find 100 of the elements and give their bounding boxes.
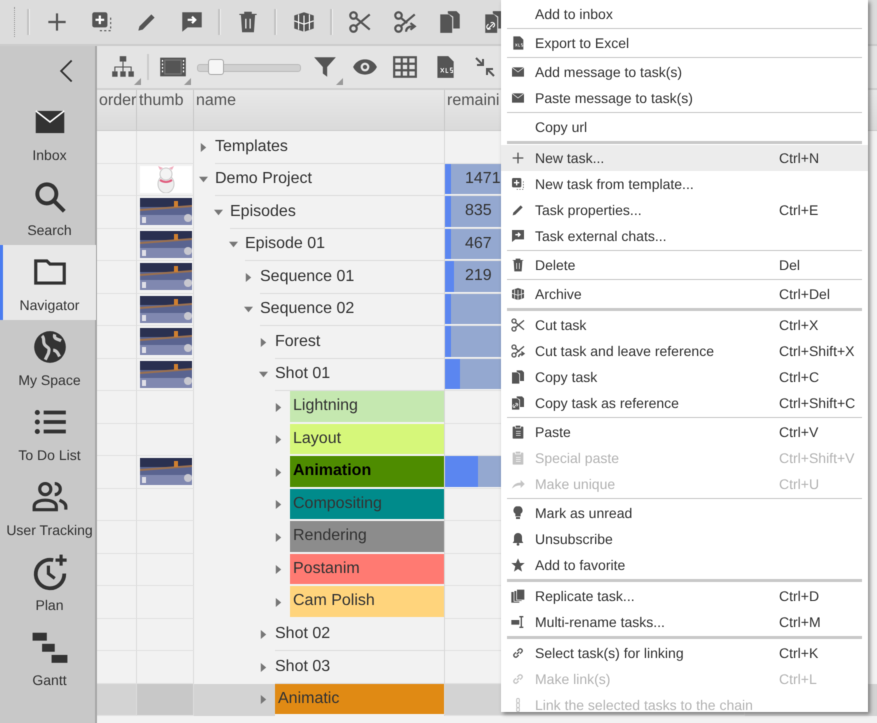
expand-arrow-icon[interactable] (274, 598, 283, 607)
remaining-value: 467 (465, 234, 492, 253)
shortcut-text: Ctrl+K (779, 645, 818, 661)
collapse-arrow-icon[interactable] (229, 240, 238, 250)
nav-item[interactable]: Inbox (0, 95, 96, 170)
menu-item[interactable]: Paste message to task(s) (501, 85, 868, 111)
collapse-arrows-icon (473, 55, 497, 79)
task-name[interactable]: Lightning (290, 391, 444, 424)
menu-item[interactable]: Task properties... Ctrl+E (501, 197, 868, 223)
copy-link-icon (510, 395, 526, 411)
expand-arrow-icon[interactable] (274, 402, 283, 412)
nav-item[interactable]: My Space (0, 320, 96, 395)
expand-arrow-icon[interactable] (259, 662, 268, 672)
collapse-arrow-icon[interactable] (214, 208, 223, 217)
star-icon (510, 557, 526, 573)
menu-item[interactable]: Copy task Ctrl+C (501, 364, 868, 390)
task-name[interactable]: Templates (215, 131, 444, 164)
shortcut-text: Ctrl+Shift+X (779, 343, 854, 359)
menu-item[interactable]: Task external chats... (501, 223, 868, 249)
link-icon (510, 645, 526, 661)
remaining-value: 835 (465, 202, 492, 220)
task-name[interactable]: Layout (290, 424, 444, 456)
task-name[interactable]: Episode 01 (245, 228, 444, 261)
link-icon (510, 671, 526, 687)
nav-item[interactable]: Search (0, 170, 96, 245)
shortcut-text: Ctrl+V (779, 424, 818, 440)
menu-item[interactable]: Add to favorite (501, 552, 868, 578)
archive-icon (510, 286, 526, 302)
task-name[interactable]: Sequence 01 (260, 261, 444, 294)
plus-icon (510, 150, 526, 166)
task-name[interactable]: Rendering (290, 521, 444, 554)
menu-item[interactable]: Cut task and leave reference Ctrl+Shift+X (501, 338, 868, 364)
nav-item[interactable]: Gantt (0, 620, 96, 695)
scissors-arrow-icon (510, 343, 526, 359)
menu-item[interactable]: Delete Del (501, 252, 868, 278)
menu-item[interactable]: Archive Ctrl+Del (501, 281, 868, 307)
expand-arrow-icon[interactable] (244, 272, 253, 282)
task-name[interactable]: Animatic (275, 684, 444, 716)
expand-arrow-icon[interactable] (274, 532, 283, 542)
scissors-icon (510, 317, 526, 333)
menu-item[interactable]: Export to Excel (501, 30, 868, 56)
dropdown-corner-icon (336, 78, 343, 85)
nav-item[interactable]: Navigator (0, 245, 96, 320)
remaining-value: 219 (465, 267, 492, 286)
menu-item[interactable]: Copy url (501, 114, 868, 140)
menu-item[interactable]: Paste Ctrl+V (501, 419, 868, 445)
menu-item[interactable]: New task from template... (501, 171, 868, 197)
rename-icon (510, 614, 526, 630)
menu-item[interactable]: Select task(s) for linking Ctrl+K (501, 640, 868, 666)
bell-icon (510, 531, 526, 547)
shortcut-text: Ctrl+M (779, 614, 821, 630)
expand-arrow-icon[interactable] (274, 565, 283, 574)
expand-arrow-icon[interactable] (274, 468, 283, 477)
nav-item[interactable]: User Tracking (0, 470, 96, 545)
zoom-slider[interactable] (197, 59, 301, 75)
collapse-arrow-icon[interactable] (259, 370, 268, 380)
menu-item[interactable]: Mark as unread (501, 500, 868, 526)
task-name[interactable]: Cam Polish (290, 586, 444, 618)
shortcut-text: Ctrl+U (779, 476, 820, 492)
nav-item[interactable]: To Do List (0, 395, 96, 470)
task-name[interactable]: Forest (275, 326, 444, 358)
task-name[interactable]: Shot 02 (275, 618, 444, 651)
task-name[interactable]: Postanim (290, 554, 444, 586)
task-name[interactable]: Demo Project (215, 164, 444, 196)
task-name[interactable]: Sequence 02 (260, 294, 444, 326)
column-header[interactable]: name (194, 90, 445, 130)
expand-arrow-icon[interactable] (199, 142, 208, 152)
hierarchy-icon (110, 54, 136, 80)
column-header[interactable]: order (97, 90, 137, 130)
shortcut-text: Ctrl+N (779, 150, 820, 166)
nav-item[interactable]: Plan (0, 545, 96, 620)
clipboard-icon (510, 424, 526, 440)
shortcut-text: Ctrl+X (779, 317, 818, 333)
task-name[interactable]: Episodes (230, 196, 444, 228)
menu-item[interactable]: Cut task Ctrl+X (501, 312, 868, 338)
menu-item[interactable]: Replicate task... Ctrl+D (501, 583, 868, 609)
collapse-arrow-icon[interactable] (244, 305, 253, 314)
collapse-arrow-icon[interactable] (199, 175, 208, 184)
shortcut-text: Ctrl+C (779, 369, 820, 385)
column-header[interactable]: thumb (137, 90, 194, 130)
clipboard-icon (510, 450, 526, 466)
expand-arrow-icon[interactable] (259, 338, 268, 347)
chat-arrow-icon (510, 228, 526, 244)
menu-item[interactable]: Copy task as reference Ctrl+Shift+C (501, 390, 868, 416)
menu-item[interactable]: Unsubscribe (501, 526, 868, 552)
expand-arrow-icon[interactable] (274, 435, 283, 444)
menu-item[interactable]: New task... Ctrl+N (501, 145, 868, 171)
task-name[interactable]: Animation (290, 456, 444, 488)
scissors-arrow-icon (392, 9, 418, 35)
slider-thumb[interactable] (208, 59, 224, 75)
copy-icon (510, 369, 526, 385)
shortcut-text: Ctrl+Del (779, 286, 830, 302)
menu-item[interactable]: Multi-rename tasks... Ctrl+M (501, 609, 868, 635)
dropdown-corner-icon (134, 78, 141, 85)
expand-arrow-icon[interactable] (259, 695, 268, 704)
expand-arrow-icon[interactable] (259, 630, 268, 640)
expand-arrow-icon[interactable] (274, 500, 283, 510)
trash-icon (510, 257, 526, 273)
remaining-value: 1471 (465, 170, 501, 188)
shortcut-text: Ctrl+Shift+C (779, 395, 856, 411)
